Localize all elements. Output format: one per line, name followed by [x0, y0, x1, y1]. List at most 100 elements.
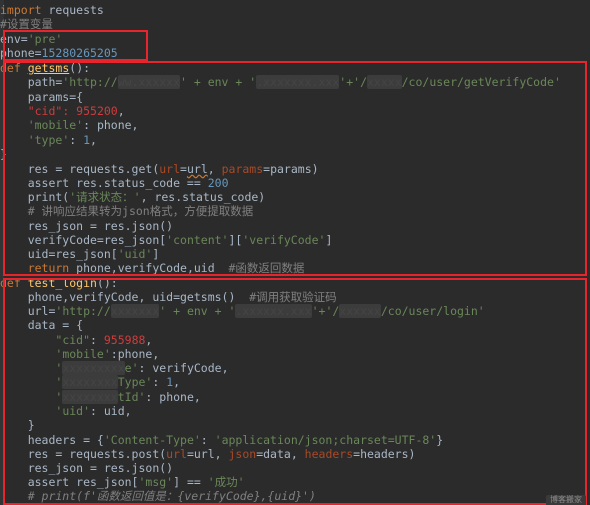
- string: /co/user/getVerifyCode': [401, 75, 561, 89]
- code-text: assert res_json[: [0, 475, 139, 489]
- number: 955988: [103, 333, 146, 347]
- code-text: =headers): [353, 447, 416, 461]
- keyword-argument: headers: [304, 447, 354, 461]
- code-text: print(: [0, 190, 70, 204]
- code-line-14[interactable]: assert res.status_code == 200: [0, 176, 229, 190]
- string: 'Content-Type': [103, 433, 201, 447]
- code-line-27[interactable]: 'xxxxxxxxxe': verifyCode,: [0, 361, 229, 375]
- code-text: url: [186, 162, 208, 176]
- code-text: path=: [0, 75, 63, 89]
- code-line-35[interactable]: assert res_json['msg'] == '成功': [0, 475, 245, 489]
- code-text: verifyCode=res_json[: [0, 233, 167, 247]
- code-text: :: [69, 133, 84, 147]
- code-line-2[interactable]: #设置变量: [0, 17, 53, 31]
- code-text: phone=: [0, 46, 42, 60]
- redacted-text: xxxxxxxx: [62, 390, 118, 404]
- string: 'uid': [117, 247, 153, 261]
- keyword: def: [0, 61, 21, 75]
- code-line-15[interactable]: print('请求状态：', res.status_code): [0, 190, 266, 204]
- code-text: phone,verifyCode,uid: [69, 261, 229, 275]
- code-editor[interactable]: import requests #设置变量 env='pre' phone=15…: [0, 0, 590, 505]
- code-line-28[interactable]: 'xxxxxxxxType': 1,: [0, 375, 180, 389]
- string: 'mobile': [55, 347, 111, 361]
- code-line-32[interactable]: headers = {'Content-Type': 'application/…: [0, 433, 443, 447]
- code-text: }: [0, 418, 35, 432]
- code-line-19[interactable]: uid=res_json['uid']: [0, 247, 160, 261]
- code-text: res = requests.post(: [0, 447, 167, 461]
- redacted-text: ww.xxxxxx: [117, 75, 181, 89]
- code-text: ,: [90, 133, 97, 147]
- comment: #调用获取验证码: [249, 290, 337, 304]
- code-line-1[interactable]: import requests: [0, 3, 104, 17]
- code-line-5[interactable]: def getsms():: [0, 61, 90, 75]
- code-line-11[interactable]: }: [0, 147, 7, 161]
- keyword: return: [0, 261, 70, 275]
- code-text: ,: [173, 375, 181, 389]
- code-line-25[interactable]: "cid": 955988,: [0, 333, 152, 347]
- code-line-8[interactable]: "cid": 955200,: [0, 104, 125, 118]
- code-line-29[interactable]: 'xxxxxxxxtId': phone,: [0, 390, 201, 404]
- watermark-badge: 博客搬家: [546, 495, 586, 505]
- code-line-22[interactable]: phone,verifyCode, uid=getsms() #调用获取验证码: [0, 290, 337, 304]
- code-text: assert res.status_code ==: [0, 176, 208, 190]
- code-text: requests: [41, 3, 104, 17]
- code-text: res_json = res.json(): [0, 461, 174, 475]
- code-text: :: [152, 375, 167, 389]
- redacted-text: xxxxxxxx: [62, 375, 118, 389]
- string: '成功': [207, 475, 245, 489]
- code-line-36[interactable]: # print(f'函数返回值是：{verifyCode},{uid}'): [0, 489, 316, 503]
- number: 200: [207, 176, 229, 190]
- code-line-34[interactable]: res_json = res.json(): [0, 461, 173, 475]
- redacted-text: .xxxxxx.xxx: [235, 304, 312, 318]
- code-text: : phone,: [83, 118, 139, 132]
- code-line-30[interactable]: 'uid': uid,: [0, 404, 131, 418]
- keyword-argument: params: [221, 162, 264, 176]
- string: 'verifyCode': [242, 233, 326, 247]
- code-text: ,: [145, 333, 153, 347]
- code-line-7[interactable]: params={: [0, 90, 83, 104]
- code-text: ():: [69, 61, 91, 75]
- string: ' + env + ': [180, 75, 257, 89]
- code-line-17[interactable]: res_json = res.json(): [0, 219, 173, 233]
- code-line-26[interactable]: 'mobile':phone,: [0, 347, 159, 361]
- code-line-10[interactable]: 'type': 1,: [0, 133, 97, 147]
- string: 'type': [27, 133, 70, 147]
- string: 'application/json;charset=UTF-8': [214, 433, 437, 447]
- code-text: url=: [0, 304, 56, 318]
- code-text: : phone,: [145, 390, 201, 404]
- code-line-33[interactable]: res = requests.post(url=url, json=data, …: [0, 447, 416, 461]
- code-text: headers = {: [0, 433, 104, 447]
- string: 'content': [166, 233, 229, 247]
- code-text: =url,: [186, 447, 229, 461]
- code-line-9[interactable]: 'mobile': phone,: [0, 118, 139, 132]
- code-text: :: [200, 433, 215, 447]
- string: '请求状态：': [69, 190, 141, 204]
- code-text: ]: [152, 247, 160, 261]
- comment: # print(f'函数返回值是：{verifyCode},{uid}'): [0, 489, 316, 503]
- code-line-13[interactable]: res = requests.get(url=url, params=param…: [0, 162, 319, 176]
- string: 'msg': [138, 475, 174, 489]
- code-text: ,: [117, 104, 125, 118]
- string: "cid": [55, 333, 91, 347]
- code-line-24[interactable]: data = {: [0, 318, 83, 332]
- code-line-3[interactable]: env='pre': [0, 32, 62, 46]
- code-line-18[interactable]: verifyCode=res_json['content']['verifyCo…: [0, 233, 333, 247]
- code-line-20[interactable]: return phone,verifyCode,uid #函数返回数据: [0, 261, 305, 275]
- code-text: env=: [0, 32, 28, 46]
- code-line-31[interactable]: }: [0, 418, 35, 432]
- code-line-23[interactable]: url='http://xxxxxxx' + env + '.xxxxxx.xx…: [0, 304, 485, 318]
- code-line-4[interactable]: phone=15280265205: [0, 46, 118, 60]
- redacted-text: xxxxxxxxx: [62, 361, 125, 375]
- code-line-21[interactable]: def test_login():: [0, 276, 118, 290]
- code-line-16[interactable]: # 讲响应结果转为json格式，方便提取数据: [0, 204, 254, 218]
- code-line-6[interactable]: path='http://ww.xxxxxx' + env + '.xxxxxx…: [0, 75, 561, 89]
- code-text: : verifyCode,: [138, 361, 229, 375]
- string: '+'/: [311, 304, 340, 318]
- keyword-argument: url: [166, 447, 187, 461]
